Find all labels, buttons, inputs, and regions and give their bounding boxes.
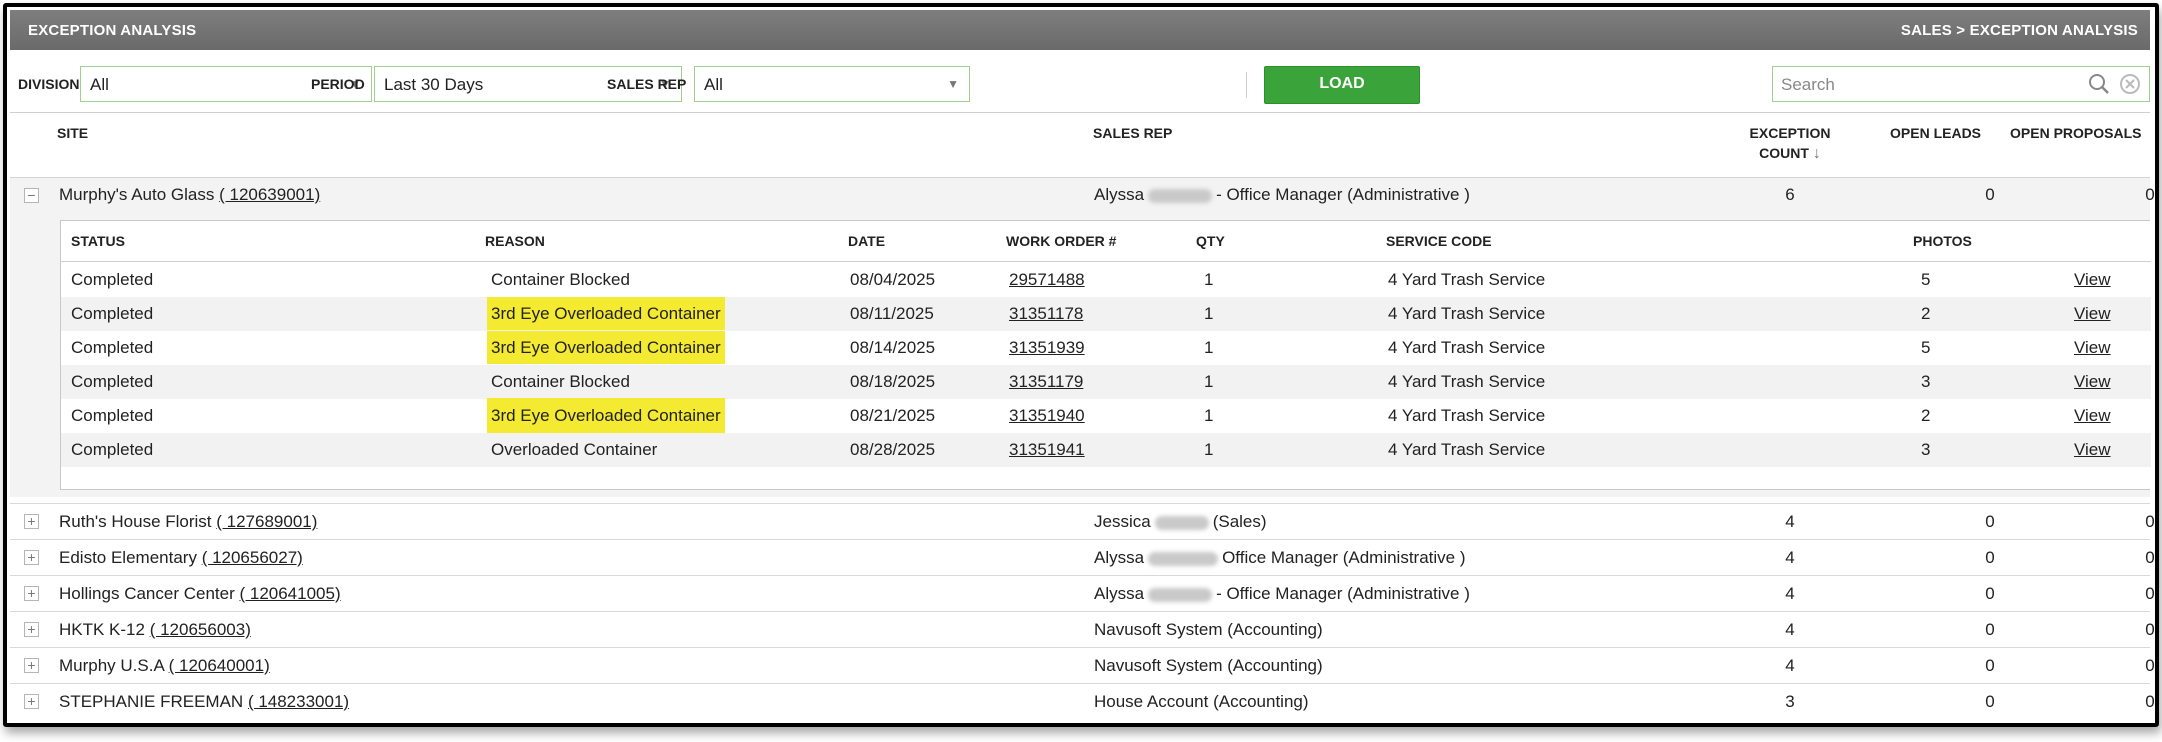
plus-icon[interactable]: + [24, 694, 39, 709]
site-name: Murphy's Auto Glass ( 120639001) [59, 185, 321, 204]
redacted-name [1148, 587, 1213, 602]
site-row[interactable]: + STEPHANIE FREEMAN ( 148233001) House A… [10, 683, 2155, 720]
site-id-link[interactable]: ( 148233001) [248, 692, 349, 711]
redacted-name [1148, 188, 1213, 203]
clear-icon[interactable] [2119, 73, 2141, 100]
page-title: EXCEPTION ANALYSIS [28, 22, 197, 39]
subtable-row: Completed 3rd Eye Overloaded Container 0… [61, 297, 2151, 331]
site-row[interactable]: + HKTK K-12 ( 120656003) Navusoft System… [10, 611, 2155, 648]
subtable-row: Completed 3rd Eye Overloaded Container 0… [61, 331, 2151, 365]
redacted-name [1154, 515, 1209, 530]
column-header-site[interactable]: SITE [57, 125, 88, 141]
work-order-link[interactable]: 31351179 [1009, 372, 1083, 392]
division-label: DIVISION [18, 76, 80, 92]
sales-rep-label: SALES REP [607, 76, 687, 92]
search-icon[interactable] [2087, 72, 2111, 101]
load-button[interactable]: LOAD [1264, 66, 1420, 104]
subcolumn-reason: REASON [485, 233, 545, 249]
view-link[interactable]: View [2074, 270, 2111, 290]
subtable-row: Completed 3rd Eye Overloaded Container 0… [61, 398, 2151, 438]
subtable-row: Completed Container Blocked 08/18/2025 3… [61, 365, 2151, 399]
site-id-link[interactable]: ( 120656027) [202, 548, 303, 567]
subcolumn-work-order: WORK ORDER # [1006, 233, 1117, 249]
subcolumn-photos: PHOTOS [1913, 233, 1972, 249]
exception-table: SITE SALES REP EXCEPTION COUNT ↓ OPEN LE… [10, 112, 2155, 723]
breadcrumb: SALES > EXCEPTION ANALYSIS [1900, 22, 2138, 39]
plus-icon[interactable]: + [24, 658, 39, 673]
search-input[interactable]: Search [1772, 66, 2150, 102]
site-row[interactable]: + Edisto Elementary ( 120656027) Alyssa O… [10, 539, 2155, 576]
filter-bar: DIVISION All ▼ PERIOD Last 30 Days ▼ SAL… [10, 56, 2150, 110]
work-order-subtable: STATUS REASON DATE WORK ORDER # QTY SERV… [60, 220, 2151, 490]
plus-icon[interactable]: + [24, 514, 39, 529]
subtable-row: Completed Container Blocked 08/04/2025 2… [71, 270, 2111, 290]
site-row[interactable]: + Hollings Cancer Center ( 120641005) Al… [10, 575, 2155, 612]
work-order-link[interactable]: 29571488 [1009, 270, 1085, 290]
redacted-name [1148, 551, 1219, 566]
sales-rep-value: All [704, 75, 723, 94]
site-row[interactable]: + Murphy U.S.A ( 120640001) Navusoft Sys… [10, 647, 2155, 684]
highlighted-reason: 3rd Eye Overloaded Container [487, 331, 725, 364]
site-id-link[interactable]: ( 120640001) [169, 656, 270, 675]
work-order-link[interactable]: 31351940 [1009, 406, 1085, 426]
column-header-sales-rep[interactable]: SALES REP [1093, 125, 1172, 141]
subcolumn-status: STATUS [71, 233, 125, 249]
site-id-link[interactable]: ( 120641005) [239, 584, 340, 603]
exception-count-cell: 6 [1785, 185, 1795, 204]
work-order-link[interactable]: 31351939 [1009, 338, 1085, 358]
column-header-open-proposals[interactable]: OPEN PROPOSALS [2010, 125, 2141, 141]
highlighted-reason: 3rd Eye Overloaded Container [487, 297, 725, 330]
divider [61, 261, 2151, 262]
plus-icon[interactable]: + [24, 586, 39, 601]
work-order-link[interactable]: 31351941 [1009, 440, 1085, 460]
period-label: PERIOD [311, 76, 365, 92]
view-link[interactable]: View [2074, 372, 2111, 392]
subcolumn-qty: QTY [1196, 233, 1225, 249]
division-value: All [90, 75, 109, 94]
sort-down-arrow-icon: ↓ [1812, 145, 1821, 162]
search-placeholder: Search [1781, 75, 1835, 94]
sales-rep-cell: Alyssa - Office Manager (Administrative ) [1094, 185, 1470, 204]
plus-icon[interactable]: + [24, 622, 39, 637]
period-value: Last 30 Days [384, 75, 484, 94]
open-leads-cell: 0 [1985, 185, 1995, 204]
open-proposals-cell: 0 [2145, 185, 2155, 204]
column-header-open-leads[interactable]: OPEN LEADS [1890, 125, 1981, 141]
sales-rep-select[interactable]: All ▼ [694, 66, 970, 102]
site-id-link[interactable]: ( 127689001) [216, 512, 317, 531]
highlighted-reason: 3rd Eye Overloaded Container [487, 398, 725, 438]
page-header: EXCEPTION ANALYSIS SALES > EXCEPTION ANA… [10, 10, 2150, 50]
chevron-down-icon: ▼ [947, 77, 959, 91]
plus-icon[interactable]: + [24, 550, 39, 565]
site-id-link[interactable]: ( 120639001) [219, 185, 320, 204]
site-row[interactable]: + Ruth's House Florist ( 127689001) Jess… [10, 503, 2155, 540]
site-id-link[interactable]: ( 120656003) [150, 620, 251, 639]
divider [1246, 72, 1247, 98]
view-link[interactable]: View [2074, 338, 2111, 358]
column-header-exception-count[interactable]: EXCEPTION COUNT ↓ [1730, 125, 1850, 163]
subcolumn-service-code: SERVICE CODE [1386, 233, 1492, 249]
view-link[interactable]: View [2074, 440, 2111, 460]
view-link[interactable]: View [2074, 406, 2111, 426]
view-link[interactable]: View [2074, 304, 2111, 324]
divider [10, 177, 2150, 178]
work-order-link[interactable]: 31351178 [1009, 304, 1083, 324]
subtable-row: Completed Overloaded Container 08/28/202… [61, 433, 2151, 467]
minus-icon[interactable]: − [24, 188, 39, 203]
subcolumn-date: DATE [848, 233, 886, 249]
